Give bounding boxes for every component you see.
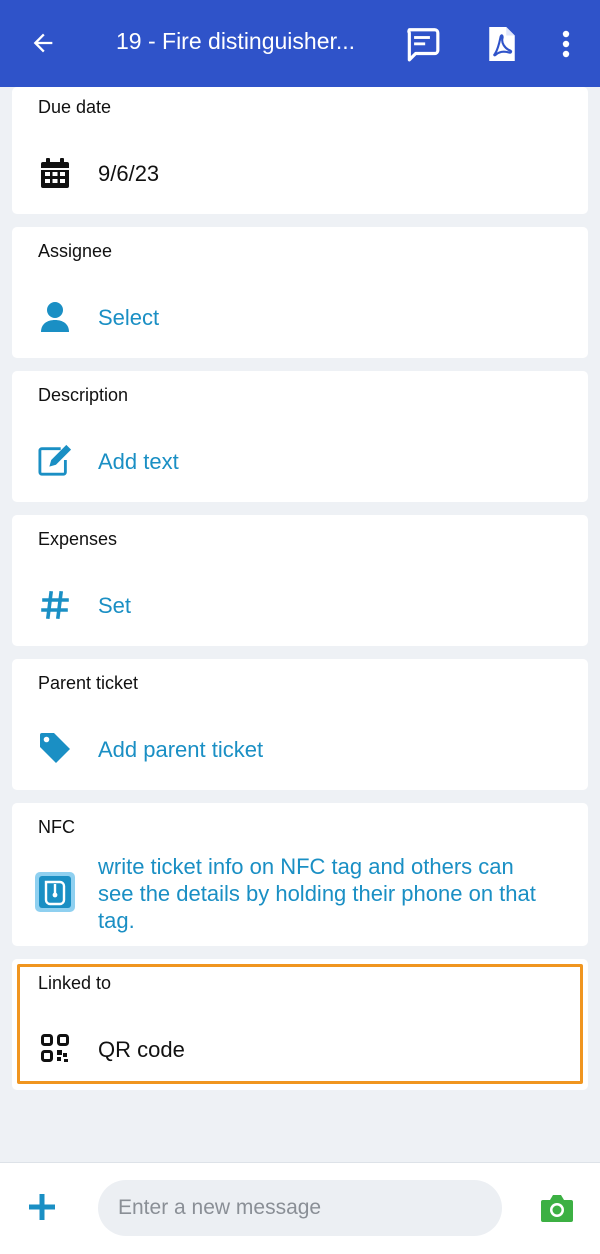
calendar-icon (38, 156, 72, 190)
expenses-set-link[interactable]: Set (98, 593, 131, 619)
nfc-text-line-2: see the details by holding their phone o… (98, 881, 536, 906)
nfc-icon (34, 871, 76, 913)
expenses-card: Expenses Set (12, 515, 588, 646)
linked-to-card: Linked to QR code (12, 959, 588, 1090)
more-vert-icon[interactable] (546, 24, 586, 64)
due-date-value[interactable]: 9/6/23 (98, 161, 159, 187)
pdf-icon[interactable] (482, 24, 522, 64)
person-icon (38, 300, 72, 334)
linked-to-label: Linked to (38, 973, 112, 993)
parent-ticket-card: Parent ticket Add parent ticket (12, 659, 588, 790)
assignee-select-link[interactable]: Select (98, 305, 159, 331)
message-composer (0, 1162, 600, 1254)
due-date-label: Due date (38, 97, 112, 117)
description-card: Description Add text (12, 371, 588, 502)
nfc-text-line-3: tag. (98, 908, 135, 933)
description-label: Description (38, 385, 129, 405)
parent-ticket-label: Parent ticket (38, 673, 139, 693)
qr-code-icon (38, 1031, 72, 1065)
nfc-label: NFC (38, 817, 75, 837)
description-add-text-link[interactable]: Add text (98, 449, 179, 475)
add-parent-ticket-link[interactable]: Add parent ticket (98, 737, 263, 763)
nfc-card: NFC write ticket info on NFC tag and oth… (12, 803, 588, 946)
assignee-card: Assignee Select (12, 227, 588, 358)
expenses-label: Expenses (38, 529, 118, 549)
nfc-text-line-1: write ticket info on NFC tag and others … (98, 854, 514, 879)
hash-icon (38, 588, 72, 622)
tag-icon (38, 731, 72, 765)
camera-icon[interactable] (540, 1192, 574, 1224)
due-date-card: Due date 9/6/23 (12, 87, 588, 214)
comment-icon[interactable] (402, 24, 442, 64)
edit-icon (38, 443, 72, 477)
app-bar: 19 - Fire distinguisher... (0, 0, 600, 87)
back-arrow-icon[interactable] (26, 26, 60, 60)
assignee-label: Assignee (38, 241, 113, 261)
page-title: 19 - Fire distinguisher... (116, 28, 356, 54)
message-input[interactable] (98, 1180, 502, 1236)
nfc-write-link[interactable]: write ticket info on NFC tag and others … (98, 853, 536, 934)
plus-icon[interactable] (26, 1191, 58, 1223)
linked-to-value[interactable]: QR code (98, 1037, 185, 1063)
